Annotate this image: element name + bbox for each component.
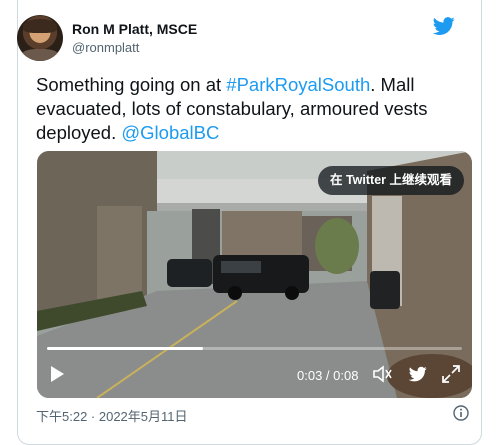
video-player[interactable]: 在 Twitter 上继续观看 0:03 / 0:08 [37, 151, 472, 398]
video-progress-bar[interactable] [47, 347, 462, 350]
avatar-shirt [21, 49, 59, 61]
author-handle[interactable]: @ronmplatt [72, 40, 139, 55]
video-time: 0:03 / 0:08 [297, 368, 359, 383]
twitter-bird-icon[interactable] [408, 365, 428, 383]
author-name[interactable]: Ron M Platt, MSCE [72, 21, 197, 37]
fullscreen-icon[interactable] [442, 365, 460, 383]
duration: 0:08 [333, 368, 359, 383]
tweet-timestamp[interactable]: 下午5:22 · 2022年5月11日 [36, 406, 188, 425]
hashtag-link[interactable]: #ParkRoyalSouth [226, 74, 370, 95]
avatar[interactable] [17, 15, 63, 61]
volume-icon[interactable] [373, 365, 393, 383]
current-time: 0:03 [297, 368, 323, 383]
mention-link[interactable]: @GlobalBC [121, 122, 219, 143]
tweet-text-part1: Something going on at [36, 74, 227, 95]
video-progress-fill [47, 347, 203, 350]
tweet-text: Something going on at #ParkRoyalSouth. M… [36, 73, 476, 145]
watch-on-twitter-button[interactable]: 在 Twitter 上继续观看 [318, 166, 464, 195]
info-icon[interactable] [453, 405, 469, 421]
play-icon[interactable] [49, 365, 65, 383]
twitter-bird-icon[interactable] [433, 15, 455, 37]
avatar-hat [23, 19, 57, 33]
